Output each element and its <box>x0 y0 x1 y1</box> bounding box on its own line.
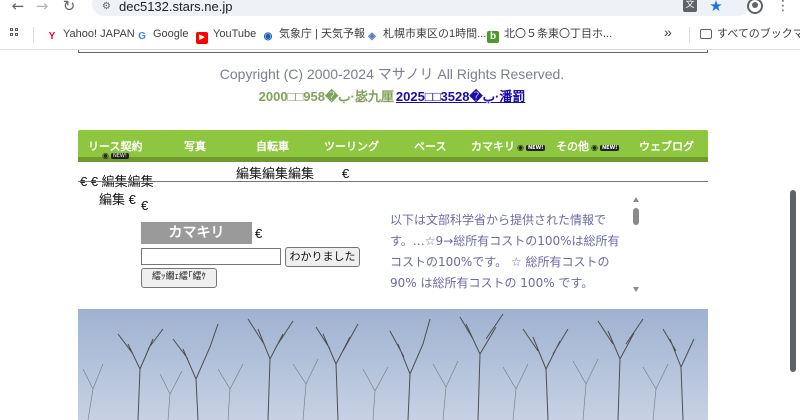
copyright-text: Copyright (C) 2000-2024 マサノリ All Rights … <box>219 66 565 82</box>
euro-mark: € <box>342 166 350 181</box>
bookmark-google[interactable]: G Google <box>136 27 188 43</box>
text-input[interactable] <box>141 248 281 265</box>
menu-other[interactable]: その他 ◉ NEW! <box>556 138 620 154</box>
top-frame <box>78 50 708 53</box>
understood-button[interactable]: わかりました <box>285 247 360 267</box>
bookmark-label: Google <box>153 28 189 40</box>
bookmarks-bar: Y Yahoo! JAPAN G Google ▶ YouTube ◉ 気象庁 | 天気… <box>0 18 800 50</box>
more-bookmarks-icon[interactable]: » <box>664 25 672 41</box>
new-badge: NEW! <box>110 153 129 159</box>
info-scroll-down-icon[interactable] <box>633 287 639 292</box>
edit-text-upper-label: 編集編集編集 <box>236 166 315 181</box>
youtube-icon: ▶ <box>196 32 208 44</box>
browser-toolbar: ← → ↻ ⚙ dec5132.stars.ne.jp 文 ★ ⋮ <box>0 0 800 18</box>
new-badge: NEW! <box>599 145 620 151</box>
folder-icon <box>700 29 712 39</box>
menu-base[interactable]: ベース <box>414 138 446 154</box>
bookmark-kita5jo[interactable]: b 北〇５条東〇丁目ホ... <box>487 27 612 43</box>
site-info-icon[interactable]: ⚙ <box>102 1 111 12</box>
eye-icon: ◉ <box>102 151 109 160</box>
google-icon: G <box>138 31 146 42</box>
apps-grid-icon[interactable] <box>10 28 22 40</box>
bookmark-yahoo[interactable]: Y Yahoo! JAPAN <box>46 27 135 43</box>
lease-sub-badges: ◉ NEW! <box>100 151 129 160</box>
menu-kamakiri[interactable]: カマキリ ◉ NEW! <box>471 138 546 154</box>
bookmark-label: Yahoo! JAPAN <box>63 28 135 40</box>
euro-mark: € <box>141 198 149 213</box>
jma-icon: ◉ <box>263 31 273 42</box>
bookmark-label: 気象庁 | 天気予報 <box>279 28 365 40</box>
bookmark-label: YouTube <box>213 28 257 40</box>
menu-other-label: その他 <box>556 140 589 153</box>
menu-weblog[interactable]: ウェブログ <box>639 138 694 154</box>
reload-icon[interactable]: ↻ <box>60 0 78 16</box>
menu-shadow <box>78 157 708 162</box>
kamakiri-heading: カマキリ <box>141 222 252 244</box>
bare-trees-image <box>82 313 695 420</box>
bookmark-label: すべてのブックマーク <box>717 28 800 40</box>
site-b-icon: b <box>487 31 499 43</box>
menu-bicycle[interactable]: 自転車 <box>256 138 289 154</box>
weather-site-icon: ◈ <box>368 31 376 42</box>
yahoo-icon: Y <box>48 31 56 42</box>
info-text: 以下は文部科学省から提供された情報です。…☆9→総所有コストの100%は総所有コ… <box>390 213 620 290</box>
back-icon[interactable]: ← <box>9 0 27 16</box>
bookmark-star-icon[interactable]: ★ <box>708 0 724 14</box>
all-bookmarks-folder[interactable]: すべてのブックマーク <box>700 27 800 43</box>
content-divider <box>78 181 708 182</box>
eye-icon: ◉ <box>591 143 598 152</box>
menu-touring[interactable]: ツーリング <box>324 138 379 154</box>
bookmark-jma[interactable]: ◉ 気象庁 | 天気予報 <box>262 27 365 43</box>
bookmarks-divider <box>33 27 34 43</box>
edit-text-upper: 編集編集編集 € <box>236 163 349 182</box>
eye-icon: ◉ <box>517 143 524 152</box>
info-scroll-thumb[interactable] <box>633 208 639 225</box>
counter-link[interactable]: 2025□□3528�ب·潘罰 <box>396 89 525 104</box>
menu-photo[interactable]: 写真 <box>184 138 206 154</box>
bookmark-sapporo-weather[interactable]: ◈ 札幌市東区の1時間... <box>366 27 486 43</box>
counter-total: 2000□□958�ب·毖九厘 <box>258 89 394 104</box>
info-scroll-up-icon[interactable] <box>633 197 639 202</box>
profile-avatar-icon[interactable] <box>747 0 763 14</box>
new-badge: NEW! <box>525 145 546 151</box>
access-counters: 2000□□958�ب·毖九厘 2025□□3528�ب·潘罰 <box>0 86 784 105</box>
page-viewport: Copyright (C) 2000-2024 マサノリ All Rights … <box>0 50 800 420</box>
page-scrollbar[interactable] <box>786 50 800 420</box>
bookmarks-divider <box>689 27 690 43</box>
url-text[interactable]: dec5132.stars.ne.jp <box>119 0 232 14</box>
edit-text-line2: 編集 € <box>99 192 136 207</box>
clear-button[interactable]: 繧ｯ繝ｪ繧｢繧ｹ <box>141 268 217 288</box>
euro-mark: € <box>255 226 263 241</box>
translate-icon[interactable]: 文 <box>683 0 697 12</box>
tree-photo <box>78 309 708 420</box>
browser-menu-icon[interactable]: ⋮ <box>774 0 792 16</box>
address-bar[interactable]: ⚙ dec5132.stars.ne.jp 文 ★ <box>92 0 750 16</box>
page-scroll-thumb[interactable] <box>790 190 796 372</box>
bookmark-label: 北〇５条東〇丁目ホ... <box>504 28 613 40</box>
menu-kamakiri-label: カマキリ <box>471 140 515 153</box>
bookmark-label: 札幌市東区の1時間... <box>383 28 487 40</box>
bookmark-youtube[interactable]: ▶ YouTube <box>196 27 257 44</box>
forward-icon[interactable]: → <box>33 0 51 16</box>
